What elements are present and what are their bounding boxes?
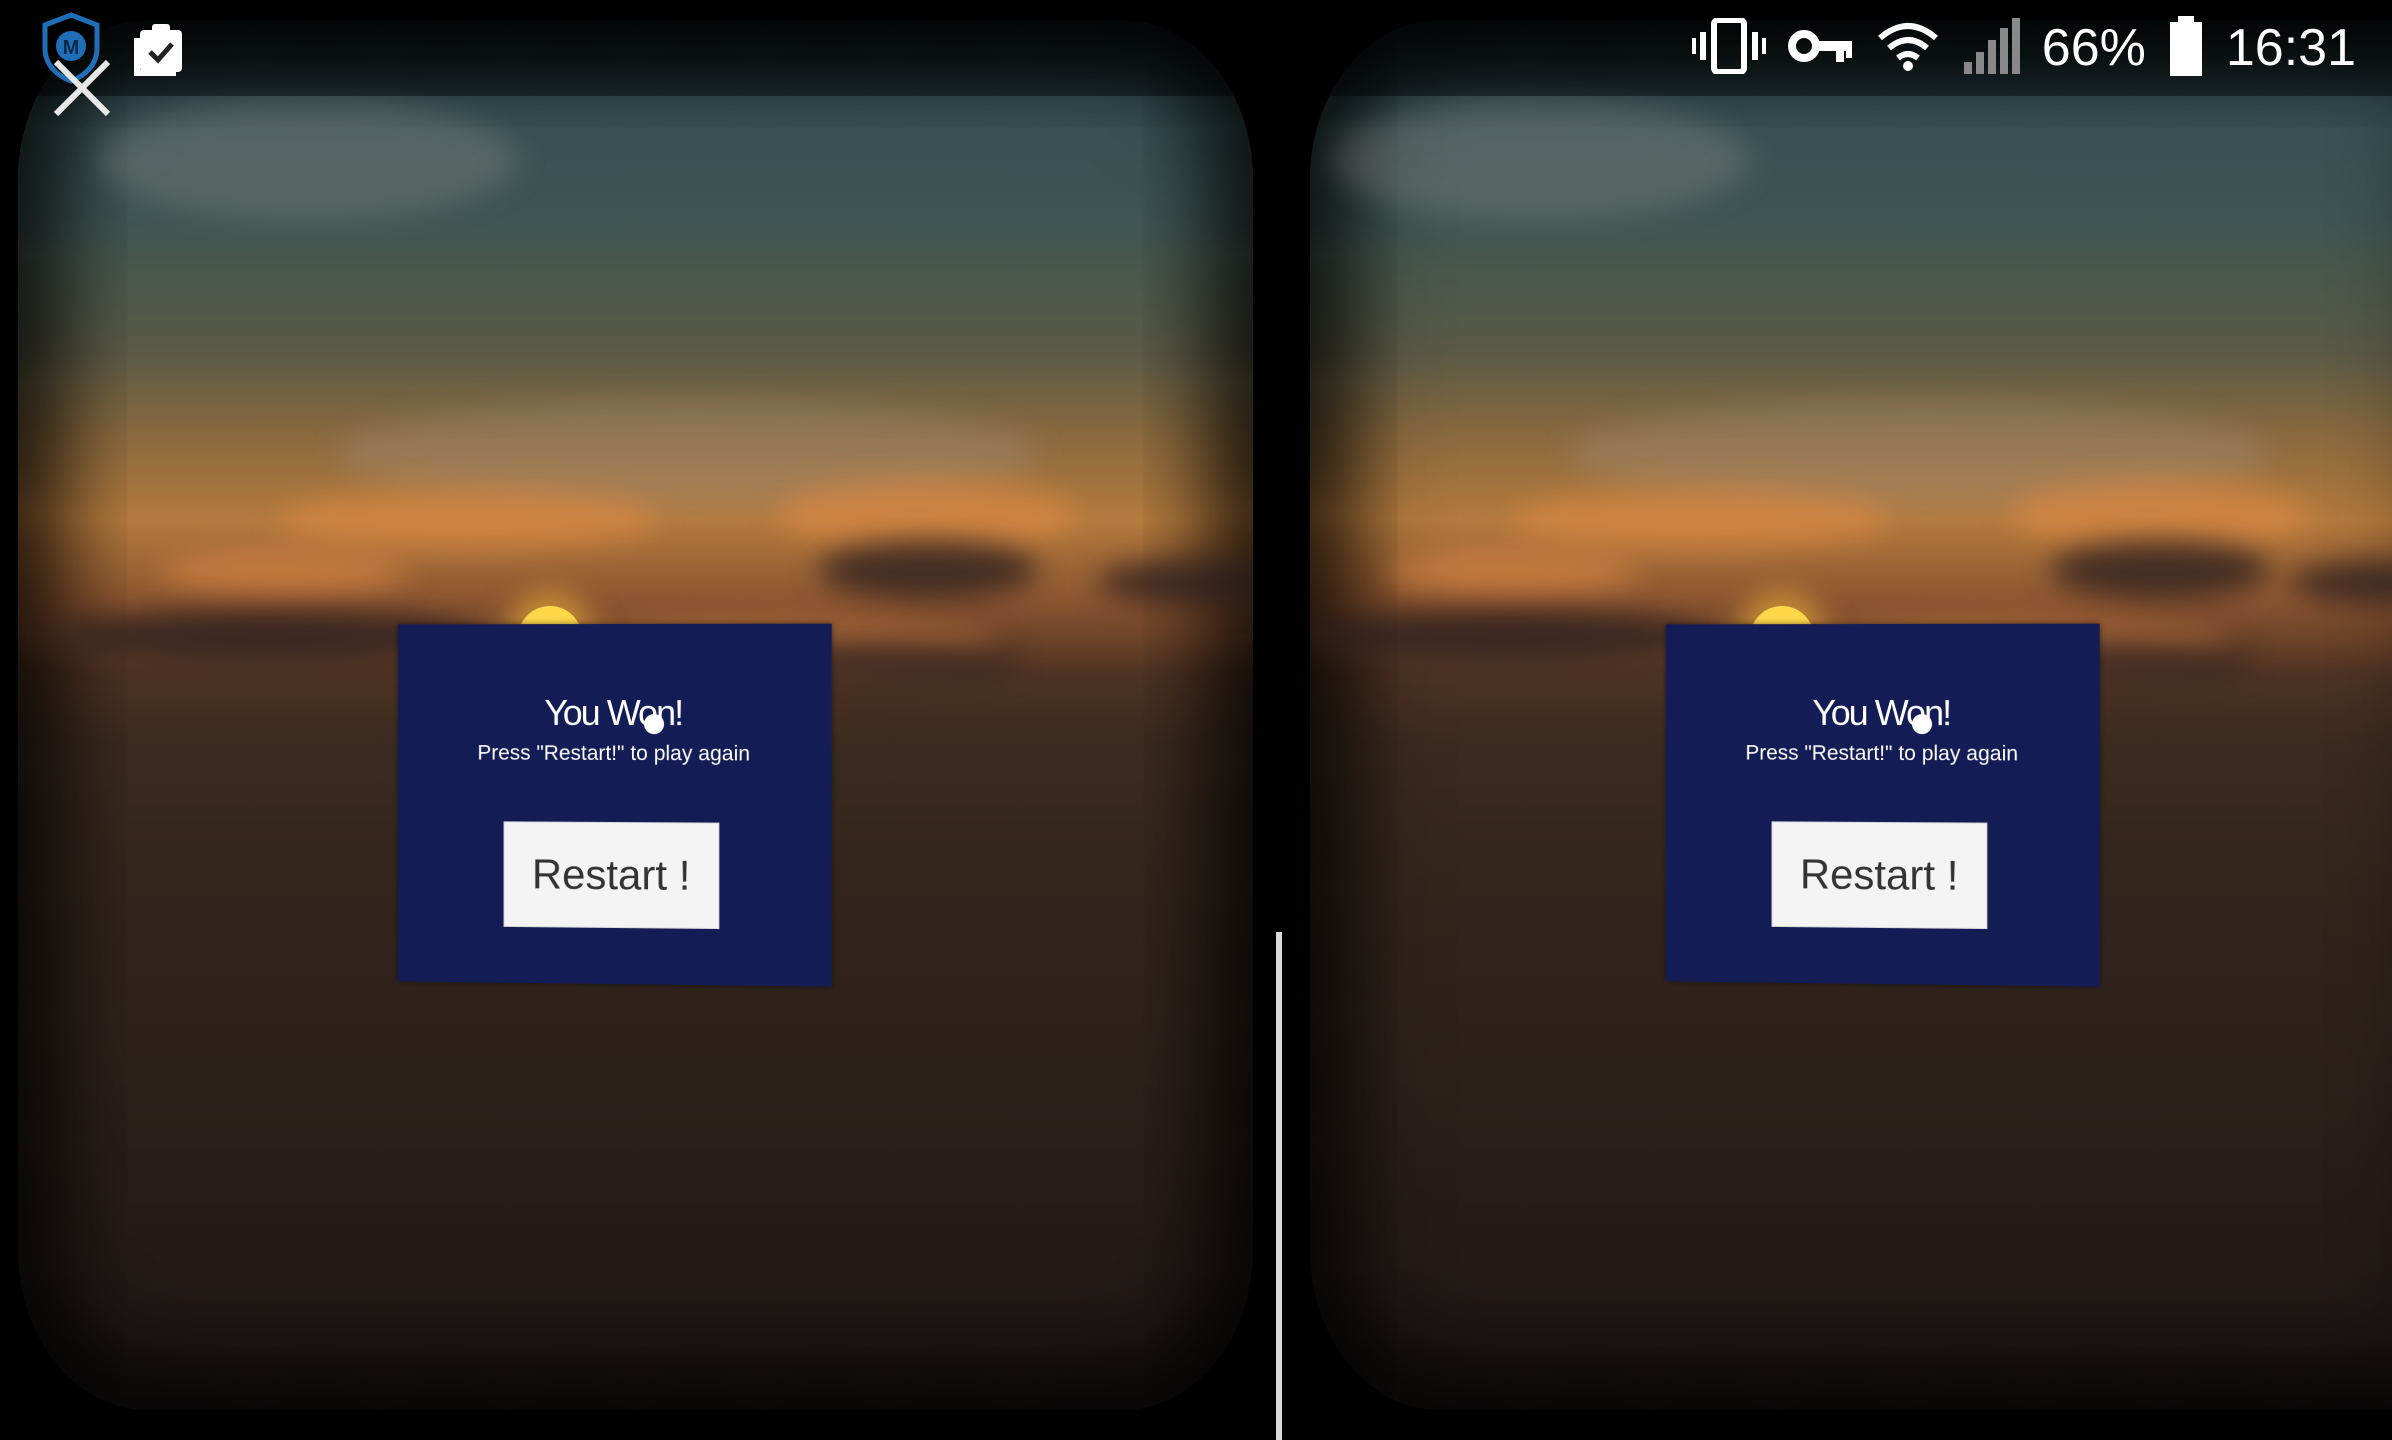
close-icon[interactable] (50, 56, 114, 120)
you-won-title: You Won! (1812, 691, 1951, 734)
battery-icon (2168, 15, 2204, 81)
vibrate-icon (1691, 16, 1766, 79)
right-eye-viewport: You Won! Press "Restart!" to play again … (1292, 0, 2392, 1440)
clipboard-check-icon (130, 20, 190, 85)
status-right-group: 66% 16:31 (1691, 0, 2356, 96)
battery-percent: 66% (2041, 19, 2146, 77)
vr-screen: You Won! Press "Restart!" to play again … (0, 0, 2392, 1440)
restart-instruction: Press "Restart!" to play again (1745, 741, 2019, 766)
status-bar: M 66% 16:31 (0, 0, 2392, 96)
left-eye-viewport: You Won! Press "Restart!" to play again … (0, 0, 1270, 1440)
vpn-key-icon (1787, 26, 1854, 71)
vr-center-divider (1276, 932, 1282, 1440)
gaze-reticle (644, 714, 665, 735)
wifi-icon (1876, 20, 1940, 77)
gaze-reticle (1912, 714, 1933, 735)
restart-button[interactable]: Restart ! (1771, 821, 1988, 930)
clock-time: 16:31 (2225, 19, 2356, 77)
signal-icon (1962, 17, 2020, 79)
game-over-panel-right: You Won! Press "Restart!" to play again … (1665, 623, 2100, 987)
game-over-panel-left: You Won! Press "Restart!" to play again … (397, 623, 832, 987)
restart-button[interactable]: Restart ! (503, 821, 720, 930)
restart-instruction: Press "Restart!" to play again (477, 741, 751, 766)
you-won-title: You Won! (544, 691, 683, 734)
